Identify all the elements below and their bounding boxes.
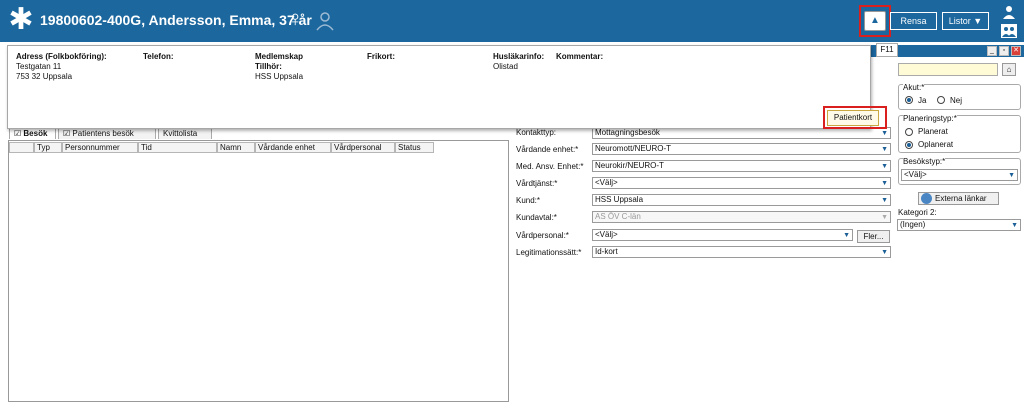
person-outline-icon[interactable] [315,11,335,31]
med-ansv-enhet-value: Neurokir/NEURO-T [595,161,664,170]
tab-kvittolista-label: Kvittolista [163,129,198,138]
patient-title: 19800602-400G, Andersson, Emma, 37 år [40,12,312,28]
kommentar-heading: Kommentar: [556,52,604,61]
highlight-box [859,5,891,37]
shortcut-tooltip: F11 [876,43,898,57]
visit-list[interactable] [8,140,509,402]
legitimationssatt-select[interactable]: Id-kort ▼ [592,246,891,258]
legitimationssatt-label: Legitimationssätt:* [516,248,582,257]
link-icon [921,193,932,204]
kundavtal-label: Kundavtal:* [516,213,557,222]
planeringstyp-label: Planeringstyp:* [903,114,957,123]
search-input[interactable] [898,63,998,76]
vardpersonal-label: Vårdpersonal:* [516,231,569,240]
huslakare-value: Olistad [493,62,518,71]
kategori2-label: Kategori 2: [898,208,937,217]
oplanerat-radio[interactable] [905,141,913,149]
huslakare-section: Husläkarinfo: Olistad [493,52,544,72]
frikort-section: Frikort: [367,52,395,62]
kontakttyp-value: Mottagningsbesök [595,128,660,137]
tillhor-heading: Tillhör: [255,62,282,71]
kategori2-value: (Ingen) [900,220,926,229]
user-icon[interactable] [1002,5,1016,19]
vardpersonal-value: <Välj> [595,230,618,239]
akut-nej-radio[interactable] [937,96,945,104]
star-of-life-logo-icon: ✱ [8,3,34,36]
telefon-section: Telefon: [143,52,174,62]
kund-value: HSS Uppsala [595,195,644,204]
chevron-down-icon: ▼ [843,232,850,239]
akut-ja-label: Ja [918,96,927,105]
chevron-down-icon: ▼ [1011,222,1018,229]
frikort-heading: Frikort: [367,52,395,61]
restore-icon[interactable]: ▫ [999,46,1009,56]
column-header-personnummer[interactable]: Personnummer [62,142,138,153]
vardande-enhet-select[interactable]: Neuromott/NEURO-T ▼ [592,143,891,155]
column-header-select[interactable] [9,142,34,153]
vardtjanst-value: <Välj> [595,178,618,187]
kategori2-select[interactable]: (Ingen) ▼ [897,219,1021,231]
kundavtal-value: AS ÖV C-län [595,212,641,221]
tab-besok-label: Besök [23,129,48,138]
vardande-enhet-value: Neuromott/NEURO-T [595,144,672,153]
oplanerat-label: Oplanerat [918,140,954,149]
chevron-down-icon: ▼ [881,197,888,204]
chevron-down-icon: ▼ [881,146,888,153]
legitimationssatt-value: Id-kort [595,247,618,256]
vardtjanst-select[interactable]: <Välj> ▼ [592,177,891,189]
chevron-down-icon: ▼ [1008,172,1015,179]
akut-nej-label: Nej [950,96,963,105]
chevron-down-icon: ▼ [881,163,888,170]
tillhor-value: HSS Uppsala [255,72,304,81]
adress-section: Adress (Folkbokföring): Testgatan 11 753… [16,52,107,82]
planerat-radio[interactable] [905,128,913,136]
med-ansv-enhet-label: Med. Ansv. Enhet:* [516,162,584,171]
column-header-tid[interactable]: Tid [138,142,217,153]
medlemskap-section: Medlemskap Tillhör: HSS Uppsala [255,52,303,82]
fler-button[interactable]: Fler... [857,230,890,243]
med-ansv-enhet-select[interactable]: Neurokir/NEURO-T ▼ [592,160,891,172]
minimize-icon[interactable]: _ [987,46,997,56]
telefon-heading: Telefon: [143,52,174,61]
users-group-icon[interactable] [1001,24,1017,38]
vardande-enhet-label: Vårdande enhet:* [516,145,579,154]
listor-dropdown-button[interactable]: Listor ▼ [942,12,989,30]
female-gender-icon: ♀ [287,6,304,31]
kund-label: Kund:* [516,196,541,205]
column-header-vardpersonal[interactable]: Vårdpersonal [331,142,395,153]
home-icon[interactable]: ⌂ [1002,63,1016,76]
column-header-namn[interactable]: Namn [217,142,255,153]
rensa-button[interactable]: Rensa [890,12,937,30]
chevron-down-icon: ▼ [881,130,888,137]
besokstyp-select[interactable]: <Välj> ▼ [901,169,1018,181]
akut-label: Akut:* [903,83,925,92]
besokstyp-value: <Välj> [904,170,927,179]
adress-line2: 753 32 Uppsala [16,72,73,81]
adress-line1: Testgatan 11 [16,62,62,71]
column-header-vardande-enhet[interactable]: Vårdande enhet [255,142,331,153]
kund-select[interactable]: HSS Uppsala ▼ [592,194,891,206]
patient-info-panel: Adress (Folkbokföring): Testgatan 11 753… [7,45,871,129]
kommentar-section: Kommentar: [556,52,603,62]
huslakare-heading: Husläkarinfo: [493,52,545,61]
besokstyp-label: Besökstyp:* [903,157,946,166]
column-header-typ[interactable]: Typ [34,142,62,153]
close-icon[interactable]: ✕ [1011,46,1021,56]
medlemskap-heading: Medlemskap [255,52,304,61]
kontakttyp-label: Kontakttyp: [516,128,557,137]
chevron-down-icon: ▼ [881,249,888,256]
tab-patientens-besok-label: Patientens besök [72,129,134,138]
akut-ja-radio[interactable] [905,96,913,104]
vardtjanst-label: Vårdtjänst:* [516,179,558,188]
kundavtal-select: AS ÖV C-län ▼ [592,211,891,223]
highlight-box [823,106,887,129]
chevron-down-icon: ▼ [881,180,888,187]
adress-heading: Adress (Folkbokföring): [16,52,107,61]
chevron-down-icon: ▼ [881,214,888,221]
planerat-label: Planerat [918,127,948,136]
column-header-status[interactable]: Status [395,142,434,153]
vardpersonal-select[interactable]: <Välj> ▼ [592,229,853,241]
